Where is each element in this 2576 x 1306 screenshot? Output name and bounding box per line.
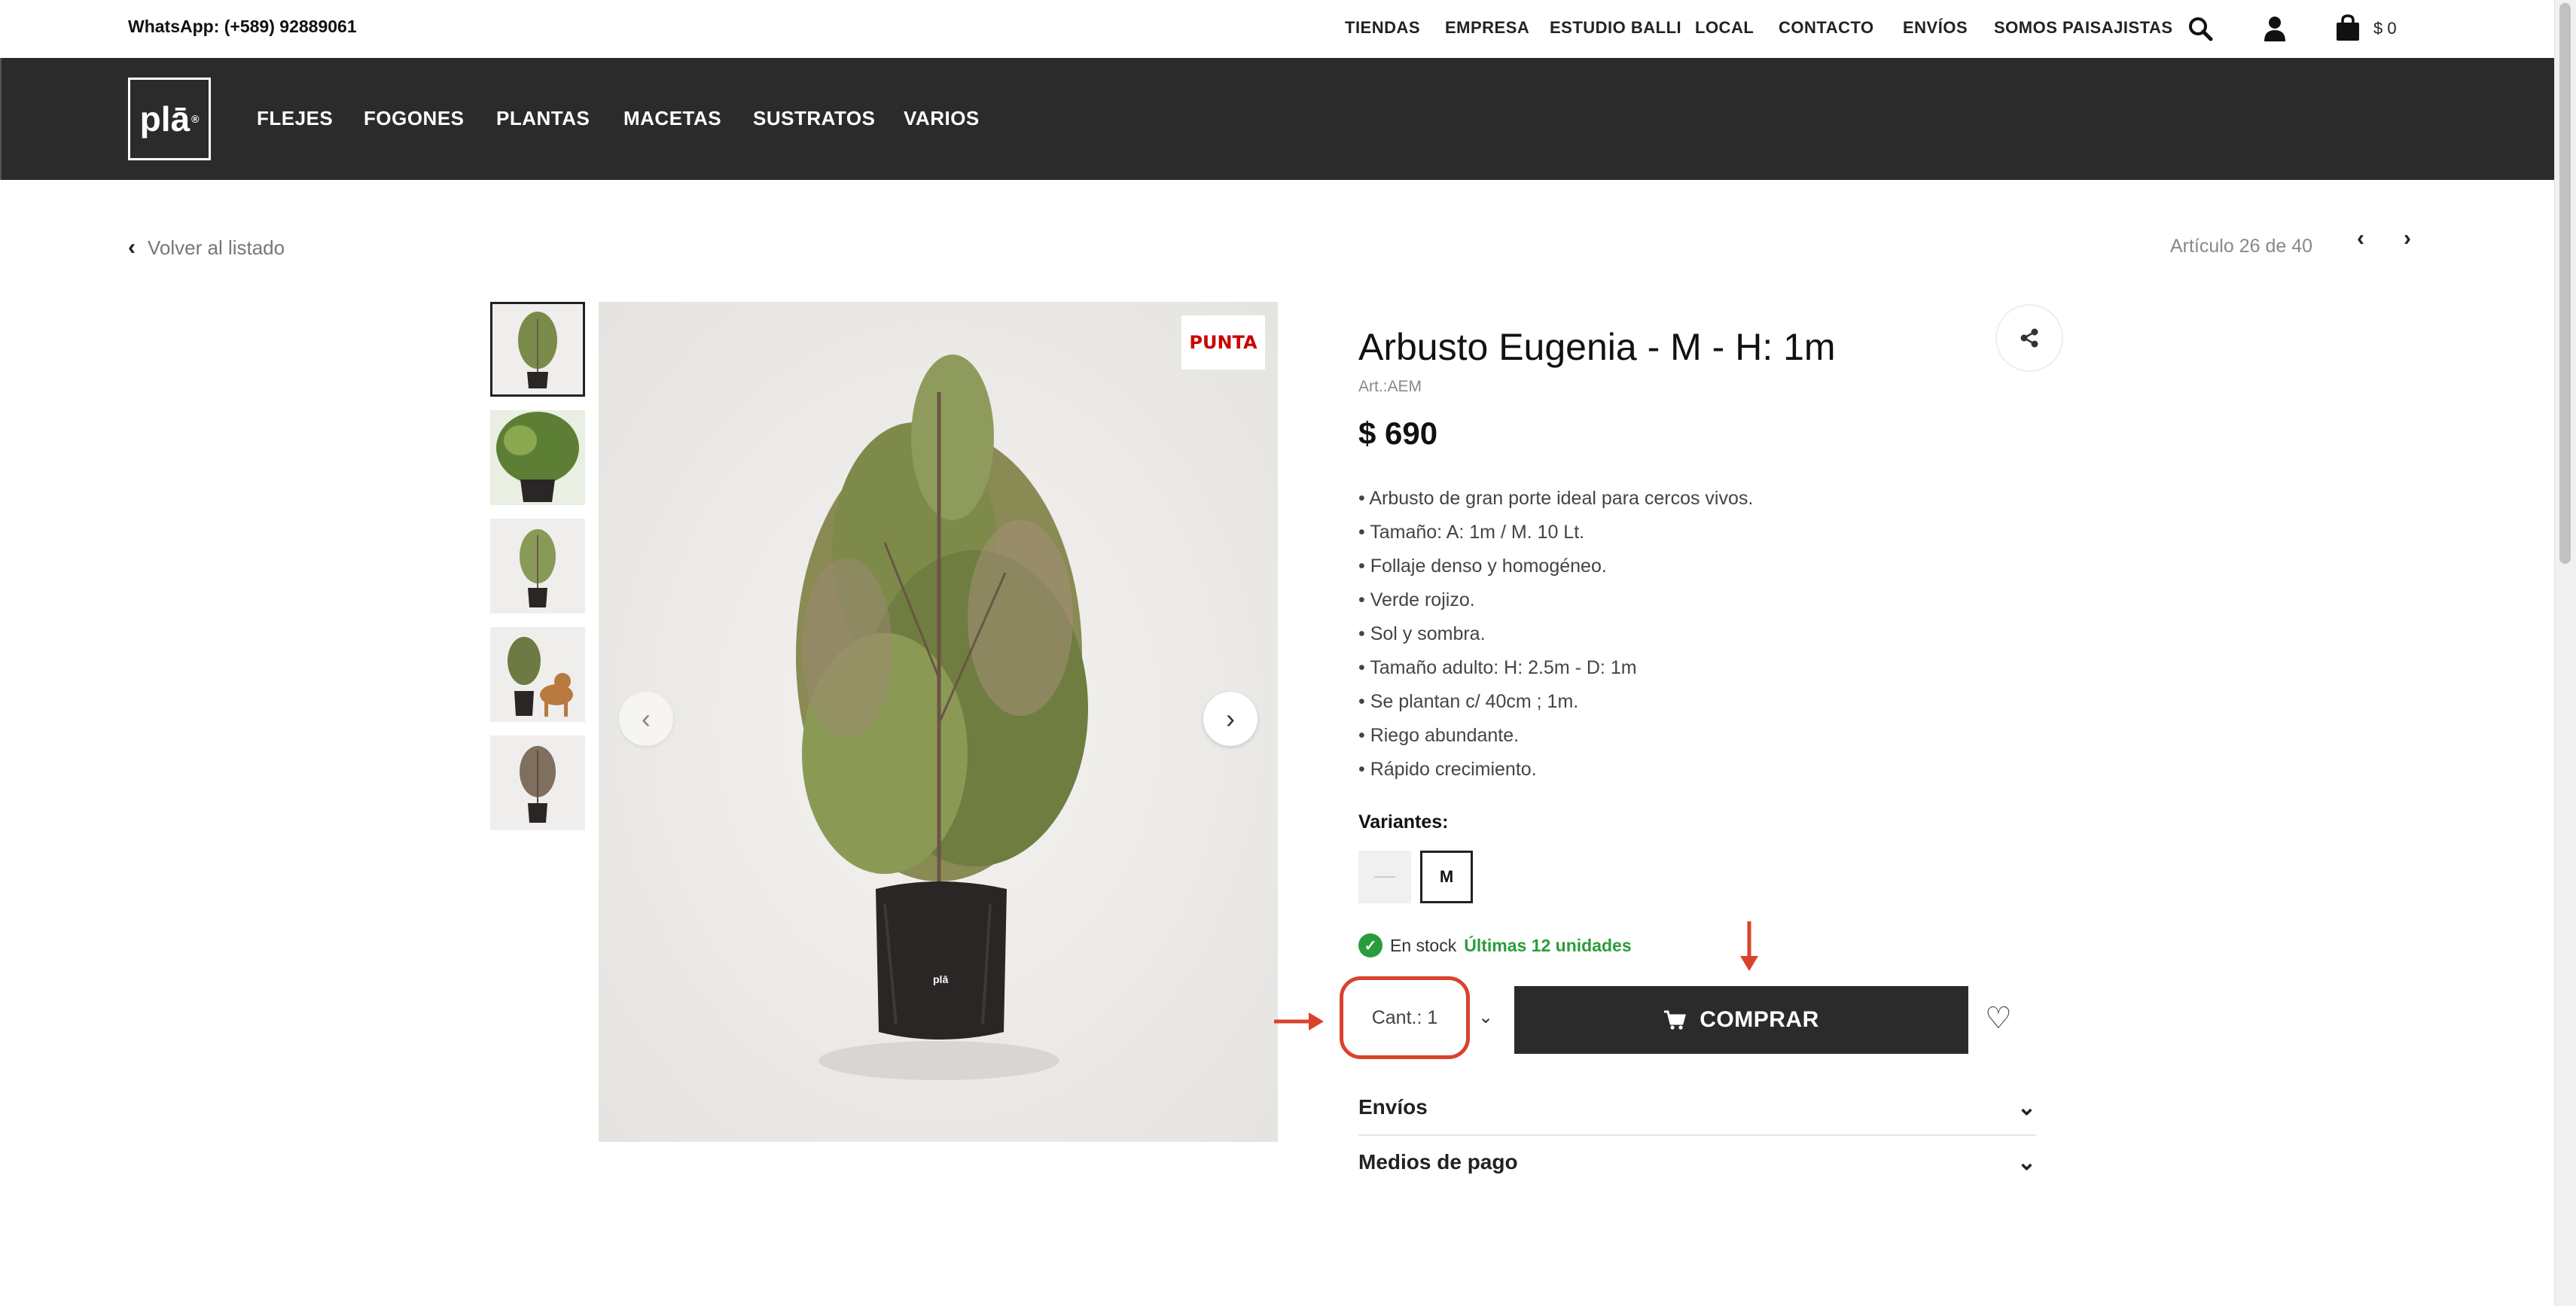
cart-icon[interactable] <box>2334 14 2361 46</box>
product-sku: Art.:AEM <box>1358 378 1422 395</box>
annotation-arrow-right <box>1273 1009 1325 1038</box>
toplink-envios[interactable]: ENVÍOS <box>1903 18 1968 38</box>
chevron-left-icon: ‹ <box>642 703 651 734</box>
feature-item: • Sol y sombra. <box>1358 623 1486 644</box>
feature-item: • Tamaño adulto: H: 2.5m - D: 1m <box>1358 657 1637 678</box>
check-circle-icon: ✓ <box>1358 933 1383 957</box>
gallery-next-button[interactable]: › <box>1203 692 1258 746</box>
toplink-local[interactable]: LOCAL <box>1695 18 1754 38</box>
gallery-thumbnail[interactable] <box>490 302 585 397</box>
search-icon[interactable] <box>2187 15 2214 46</box>
user-icon[interactable] <box>2262 15 2288 46</box>
chevron-left-icon: ‹ <box>128 235 136 260</box>
gallery-thumbnail[interactable] <box>490 735 585 830</box>
toplink-empresa[interactable]: EMPRESA <box>1445 18 1529 38</box>
logo-text: plā <box>139 99 191 139</box>
product-price: $ 690 <box>1358 416 1438 451</box>
accordion-envios[interactable]: Envíos ⌄ <box>1358 1080 2036 1134</box>
logo[interactable]: plā ® <box>128 78 211 160</box>
quantity-select[interactable]: Cant.: 1 <box>1340 976 1470 1059</box>
pot-label: plā <box>933 973 949 985</box>
gallery-thumbnail[interactable] <box>490 410 585 505</box>
variant-placeholder <box>1374 876 1395 878</box>
feature-item: • Follaje denso y homogéneo. <box>1358 556 1607 577</box>
gallery-thumbnail[interactable] <box>490 627 585 722</box>
variant-option-image[interactable] <box>1358 851 1411 903</box>
cart-total[interactable]: $ 0 <box>2373 19 2397 38</box>
nav-item-macetas[interactable]: MACETAS <box>623 107 721 130</box>
product-title: Arbusto Eugenia - M - H: 1m <box>1358 326 1836 368</box>
variant-option-m[interactable]: M <box>1420 851 1473 903</box>
feature-item: • Tamaño: A: 1m / M. 10 Lt. <box>1358 522 1585 543</box>
accordion-label: Medios de pago <box>1358 1150 1518 1174</box>
feature-item: • Arbusto de gran porte ideal para cerco… <box>1358 488 1754 509</box>
accordion-label: Envíos <box>1358 1095 1428 1119</box>
stock-label: En stock <box>1390 935 1457 955</box>
next-article-icon[interactable]: › <box>2404 226 2411 251</box>
scrollbar-thumb[interactable] <box>2559 3 2571 564</box>
feature-item: • Riego abundante. <box>1358 725 1520 746</box>
feature-item: • Se plantan c/ 40cm ; 1m. <box>1358 691 1579 712</box>
quantity-label: Cant.: 1 <box>1371 1006 1438 1028</box>
brand-badge: PUNTA <box>1181 315 1265 370</box>
nav-item-varios[interactable]: VARIOS <box>904 107 980 130</box>
heart-icon[interactable]: ♡ <box>1985 1001 2012 1036</box>
top-bar: WhatsApp: (+589) 92889061 TIENDAS EMPRES… <box>0 0 2554 58</box>
variants-label: Variantes: <box>1358 811 1449 833</box>
share-icon <box>2020 328 2038 348</box>
chevron-down-icon: ⌄ <box>2017 1094 2036 1120</box>
toplink-estudio-balli[interactable]: ESTUDIO BALLI <box>1550 18 1681 38</box>
gallery-thumbnail[interactable] <box>490 519 585 613</box>
toplink-tiendas[interactable]: TIENDAS <box>1345 18 1420 38</box>
back-to-list-link[interactable]: ‹ Volver al listado <box>128 235 285 260</box>
toplink-contacto[interactable]: CONTACTO <box>1779 18 1874 38</box>
nav-item-sustratos[interactable]: SUSTRATOS <box>753 107 875 130</box>
accordion-medios-de-pago[interactable]: Medios de pago ⌄ <box>1358 1135 2036 1189</box>
toplink-somos-paisajistas[interactable]: SOMOS PAISAJISTAS <box>1994 18 2173 38</box>
logo-mark: ® <box>191 113 200 125</box>
feature-item: • Rápido crecimiento. <box>1358 759 1537 780</box>
chevron-down-icon: ⌄ <box>2017 1149 2036 1175</box>
buy-label: COMPRAR <box>1700 1007 1819 1032</box>
stock-status: ✓ En stock Últimas 12 unidades <box>1358 933 1632 957</box>
nav-item-flejes[interactable]: FLEJES <box>257 107 333 130</box>
stock-units: Últimas 12 unidades <box>1464 935 1632 955</box>
brand-badge-text: PUNTA <box>1189 332 1258 353</box>
share-button[interactable] <box>1995 304 2063 372</box>
product-features: • Arbusto de gran porte ideal para cerco… <box>1358 482 1753 787</box>
nav-item-plantas[interactable]: PLANTAS <box>496 107 590 130</box>
whatsapp-contact[interactable]: WhatsApp: (+589) 92889061 <box>128 17 357 37</box>
product-main-image[interactable]: plā <box>599 302 1278 1142</box>
prev-article-icon[interactable]: ‹ <box>2357 226 2364 251</box>
chevron-right-icon: › <box>1226 703 1235 734</box>
annotation-arrow-down <box>1736 920 1762 976</box>
cart-icon <box>1664 1010 1687 1030</box>
feature-item: • Verde rojizo. <box>1358 589 1475 610</box>
nav-item-fogones[interactable]: FOGONES <box>364 107 465 130</box>
article-position: Artículo 26 de 40 <box>2170 236 2313 257</box>
gallery-prev-button[interactable]: ‹ <box>619 692 673 746</box>
page: { "topbar": { "whatsapp": "WhatsApp: (+5… <box>0 0 2576 1306</box>
buy-button[interactable]: COMPRAR <box>1514 986 1968 1054</box>
back-label: Volver al listado <box>148 236 285 259</box>
chevron-down-icon[interactable]: ⌄ <box>1478 1006 1493 1028</box>
